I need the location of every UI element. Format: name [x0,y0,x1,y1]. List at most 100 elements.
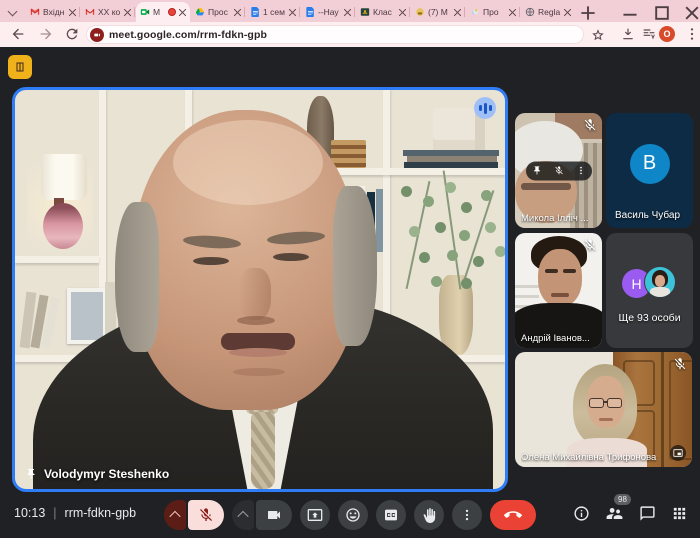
camera-options-chevron[interactable] [232,500,254,530]
tab-site-9[interactable]: Regla [521,2,575,22]
main-video-tile[interactable]: Volodymyr Steshenko [12,87,508,492]
info-icon[interactable] [573,505,590,522]
tab-label: Клас [373,7,396,17]
tab-gmail-inbox[interactable]: Вхідн [26,2,80,22]
browser-toolbar: meet.google.com/rrm-fdkn-gpb O [0,22,700,47]
mic-control [164,500,224,530]
tab-close-icon[interactable] [289,9,296,16]
bookmark-star-icon[interactable] [590,26,606,42]
browser-window: Вхідн XX ко М Прос 1 сем --Нау [0,0,700,538]
download-icon[interactable] [620,26,636,42]
meeting-code: rrm-fdkn-gpb [65,506,137,520]
chat-icon[interactable] [639,505,656,522]
people-icon [605,504,624,523]
mic-off-icon[interactable] [554,166,564,176]
present-button[interactable] [300,500,330,530]
mic-toggle-button[interactable] [188,500,224,530]
speaking-indicator-icon [474,97,496,119]
participant-video [515,352,692,467]
reactions-button[interactable] [338,500,368,530]
tab-gmail-2[interactable]: XX ко [81,2,135,22]
participant-tile-olena[interactable]: Олена Михайлівна Трифонова [515,352,692,467]
clock-time: 10:13 [14,506,45,520]
reload-button[interactable] [64,26,80,42]
tab-close-icon[interactable] [454,9,461,16]
captions-button[interactable] [376,500,406,530]
raise-hand-button[interactable] [414,500,444,530]
tab-strip: Вхідн XX ко М Прос 1 сем --Нау [0,0,700,22]
more-participants-label: Ще 93 особи [606,312,693,324]
drive-icon [195,7,205,17]
tab-close-icon[interactable] [344,9,351,16]
tab-classroom[interactable]: Клас [356,2,410,22]
tab-recording-indicator-icon [168,8,176,16]
tab-label: М [153,7,165,17]
participant-name-label: Микола Ілліч ... [521,213,598,224]
participant-name-label: Василь Чубар [615,210,689,221]
participants-count-badge: 98 [614,494,631,505]
pin-icon[interactable] [532,166,542,176]
end-call-button[interactable] [490,500,536,530]
people-panel-button[interactable]: 98 [605,504,624,523]
participant-tile-mykola[interactable]: Микола Ілліч ... [515,113,602,228]
site-icon [415,7,425,17]
tab-label: --Нау [318,7,341,17]
docs-icon [250,7,260,17]
tab-close-icon[interactable] [564,9,571,16]
participant-name-label: Олена Михайлівна Трифонова [521,452,688,463]
extension-icon[interactable] [641,26,657,42]
tab-close-icon[interactable] [234,9,241,16]
mic-off-icon [198,507,214,523]
docs-icon [305,7,315,17]
tab-docs-2[interactable]: --Нау [301,2,355,22]
tab-drive[interactable]: Прос [191,2,245,22]
new-tab-button[interactable] [580,5,596,21]
mic-options-chevron[interactable] [164,500,186,530]
meet-bottom-bar: 10:13 | rrm-fdkn-gpb [0,492,700,538]
participant-photo-avatar [644,266,676,298]
mic-off-icon [673,357,687,371]
profile-avatar[interactable]: O [659,26,675,42]
address-bar[interactable]: meet.google.com/rrm-fdkn-gpb [86,25,584,44]
more-participants-tile[interactable]: Н Ще 93 особи [606,233,693,348]
more-options-icon[interactable] [576,166,586,176]
tab-close-icon[interactable] [124,9,131,16]
tab-label: 1 сем [263,7,286,17]
gmail-icon [30,7,40,17]
app-badge-icon[interactable] [8,55,32,79]
divider: | [53,506,56,520]
forward-button[interactable] [38,26,54,42]
tab-close-icon[interactable] [179,9,186,16]
tab-meet-active[interactable]: М [136,2,190,22]
call-controls [164,500,536,530]
participant-tile-vasyl[interactable]: В Василь Чубар [606,113,693,228]
back-button[interactable] [10,26,26,42]
mic-off-icon [583,238,597,252]
tab-label: (7) М [428,7,451,17]
camera-control [232,500,292,530]
tab-label: Про [483,7,506,17]
tab-site-7[interactable]: (7) М [411,2,465,22]
close-window-button[interactable] [684,5,700,21]
tab-label: Прос [208,7,231,17]
camera-in-use-icon[interactable] [90,28,104,42]
tab-search-chevron-icon[interactable] [8,7,18,17]
tab-close-icon[interactable] [399,9,406,16]
tab-close-icon[interactable] [509,9,516,16]
browser-menu-icon[interactable] [684,26,700,42]
minimize-button[interactable] [622,6,638,22]
mic-off-icon [583,118,597,132]
camera-toggle-button[interactable] [256,500,292,530]
participant-name-label: Андрій Іванов... [521,333,598,344]
tab-docs-1[interactable]: 1 сем [246,2,300,22]
speaker-figure [15,90,505,489]
activities-grid-icon[interactable] [671,505,688,522]
participant-tile-andrii[interactable]: Андрій Іванов... [515,233,602,348]
participant-avatar: В [630,144,670,184]
videocam-icon [266,507,282,523]
tab-close-icon[interactable] [69,9,76,16]
maximize-button[interactable] [654,5,670,21]
tab-site-8[interactable]: Про [466,2,520,22]
more-options-button[interactable] [452,500,482,530]
tab-label: XX ко [98,7,121,17]
